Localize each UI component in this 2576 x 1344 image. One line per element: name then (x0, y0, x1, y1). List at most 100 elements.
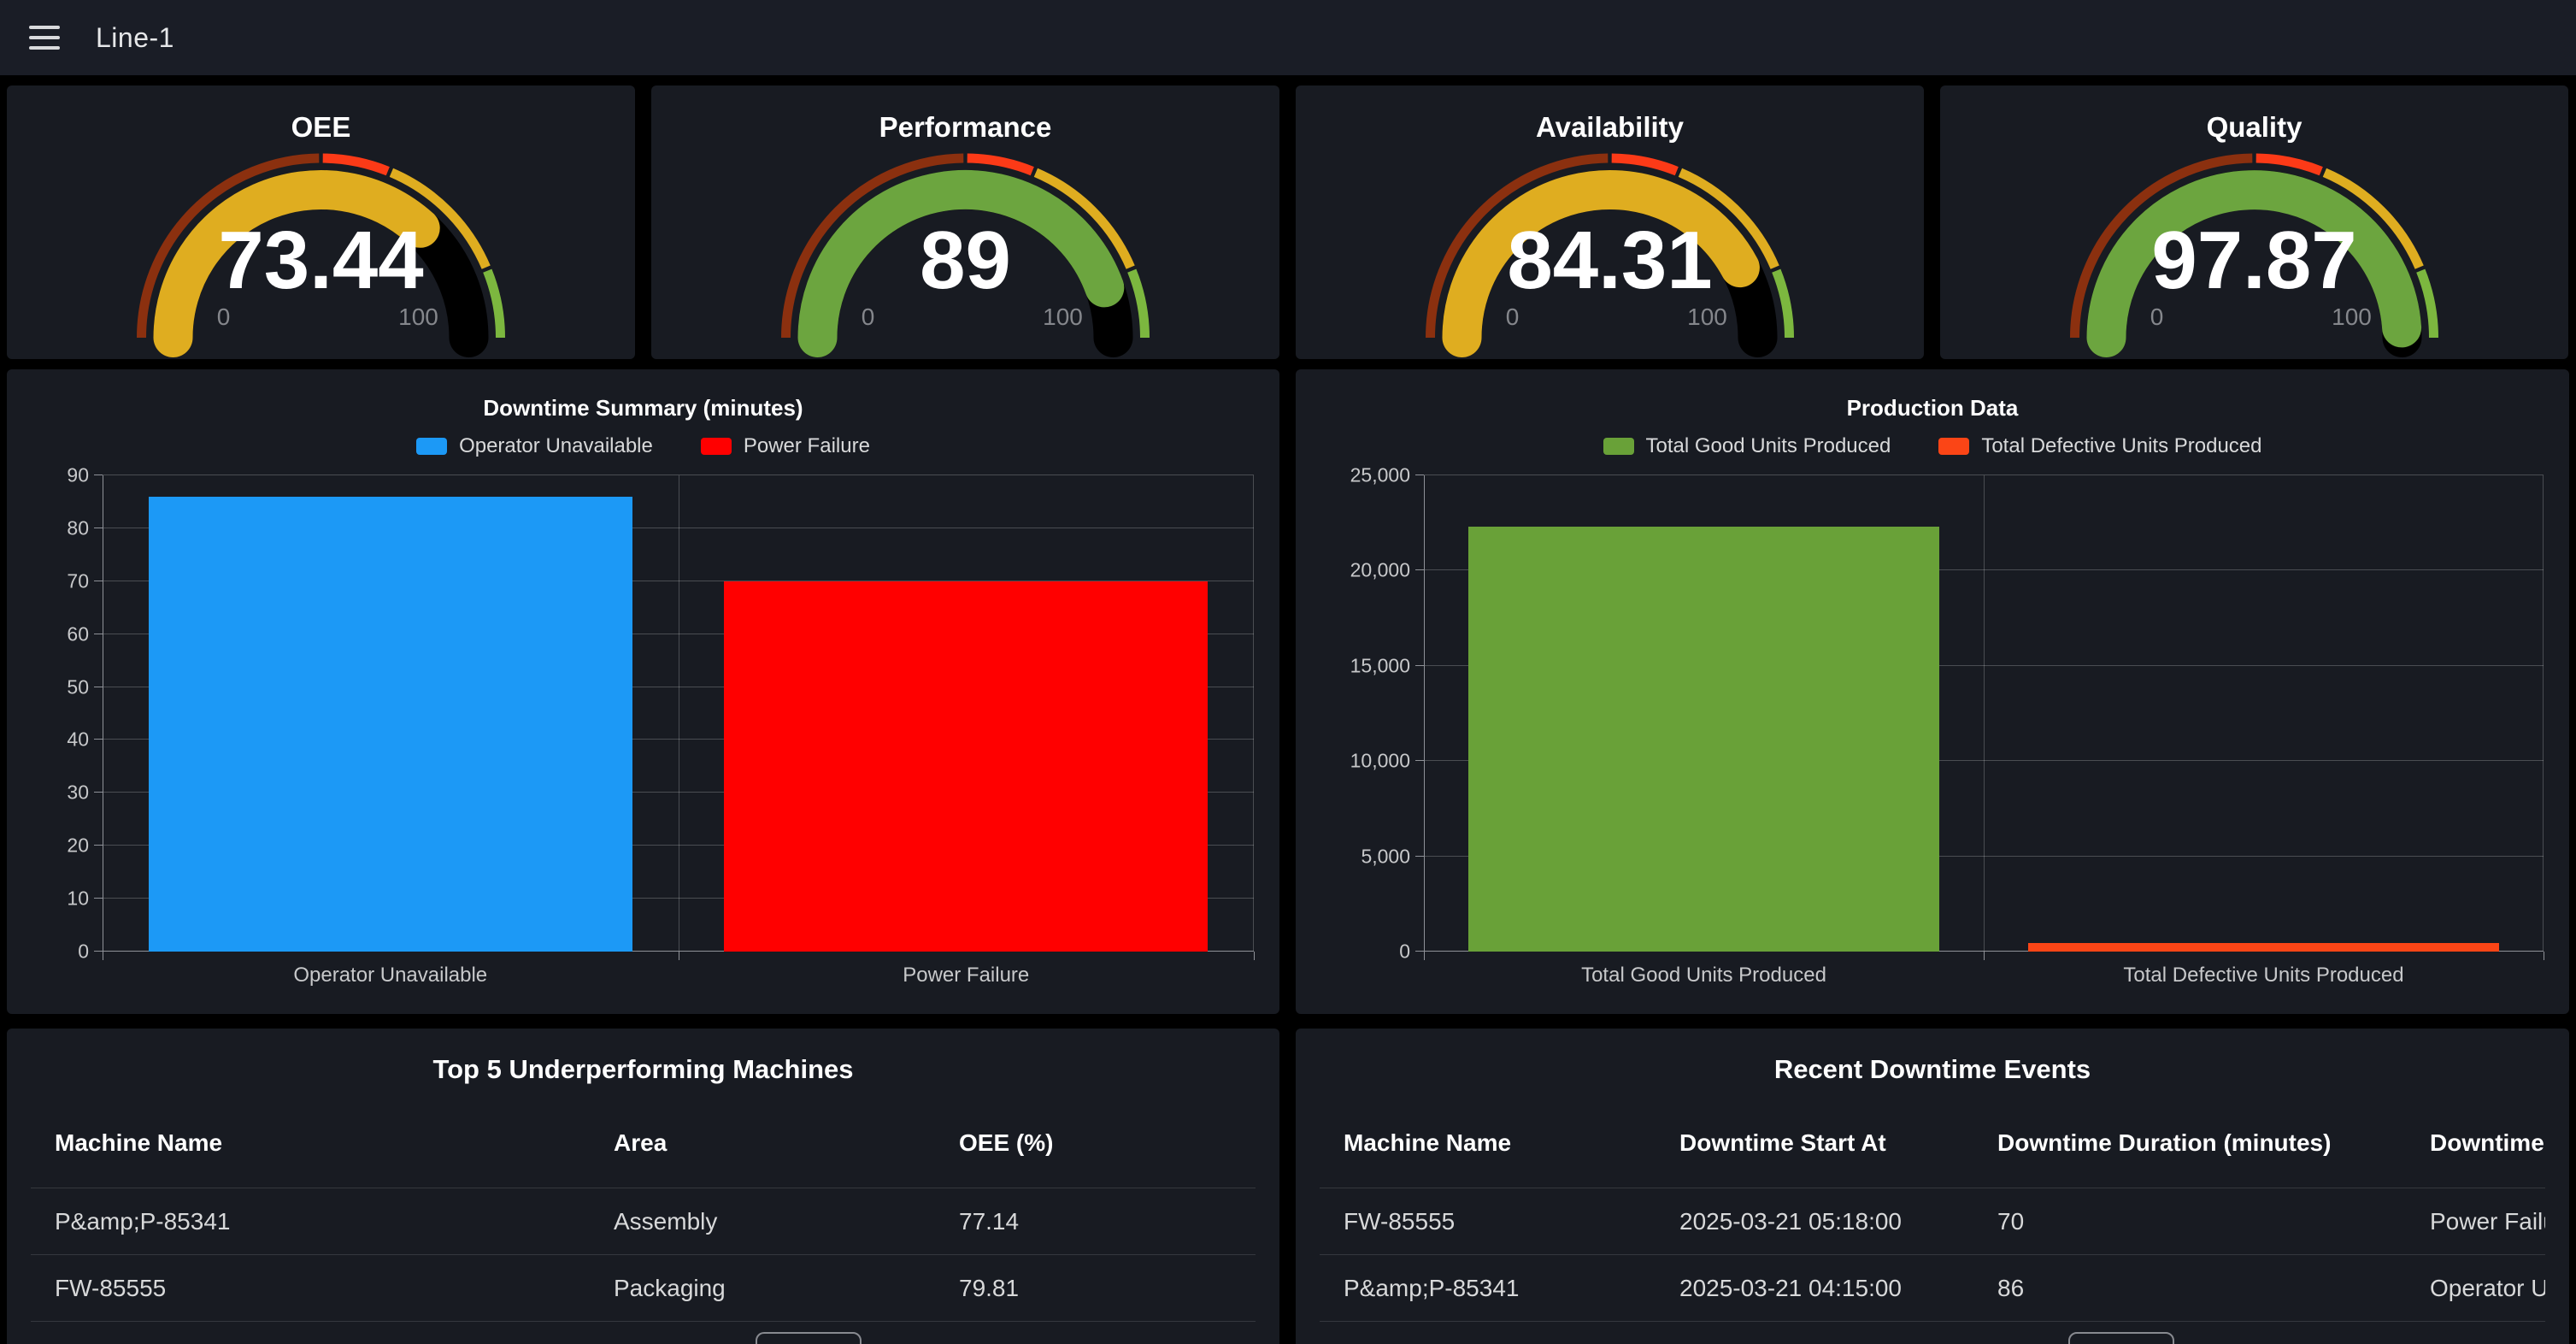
y-axis-line (1424, 475, 1425, 952)
table-cell: Operator Unavailable (2406, 1275, 2545, 1302)
column-header[interactable]: Machine Name (1320, 1129, 1656, 1157)
chart-title: Downtime Summary (minutes) (7, 395, 1279, 421)
gauge-threshold-arc (1612, 158, 1677, 171)
legend-label: Operator Unavailable (459, 434, 653, 458)
chart-panel-production-data: Production Data Total Good Units Produce… (1296, 369, 2569, 1014)
y-tick-label: 70 (67, 569, 89, 592)
column-header-label: Downtime Start At (1679, 1129, 1886, 1157)
x-category-label: Total Good Units Produced (1581, 964, 1826, 987)
column-header[interactable]: Downtime Start At (1656, 1129, 1973, 1157)
x-category-label: Total Defective Units Produced (2123, 964, 2403, 987)
table-cell: Power Failure (2406, 1208, 2545, 1235)
y-tick-label: 25,000 (1350, 464, 1410, 487)
chart-bar[interactable] (149, 497, 632, 952)
gauge-panel-oee: OEE 73.44 0 100 (7, 85, 635, 359)
table-row: P&amp;P-853412025-03-21 04:15:0086Operat… (1320, 1255, 2545, 1322)
table-row: P&amp;P-85341Assembly77.14 (31, 1188, 1256, 1255)
chart-bar[interactable] (1468, 527, 1938, 952)
y-tick-label: 5,000 (1361, 845, 1410, 868)
legend-label: Power Failure (744, 434, 870, 458)
table-cell: 2025-03-21 04:15:00 (1656, 1275, 1973, 1302)
table-cell: 86 (1973, 1275, 2406, 1302)
table-cell: 77.14 (935, 1208, 1256, 1235)
menu-icon-bar (29, 36, 60, 39)
gauge-threshold-arc (967, 158, 1032, 171)
gauge-max-label: 100 (2332, 304, 2372, 331)
table-title: Recent Downtime Events (1296, 1054, 2569, 1085)
plot-right-border (2543, 475, 2544, 952)
column-header-label: Downtime Duration (minutes) (1997, 1129, 2331, 1157)
legend-swatch (1603, 438, 1634, 455)
gauge-min-label: 0 (2150, 304, 2164, 331)
table-header-row: Machine NameArea OEE (%) (31, 1111, 1256, 1188)
y-tick-label: 0 (1399, 940, 1410, 964)
y-tick-label: 50 (67, 675, 89, 699)
table-cell: Assembly (590, 1208, 935, 1235)
y-tick-label: 20,000 (1350, 559, 1410, 582)
x-axis-tick (1984, 952, 1985, 960)
chart-bar[interactable] (724, 581, 1208, 952)
table: Machine NameArea OEE (%) P&amp;P-85341Asse… (31, 1111, 1256, 1322)
axis-tick (94, 845, 103, 846)
table-cell: Packaging (590, 1275, 935, 1302)
table-header-row: Machine Name Downtime Start At Downtime Du… (1320, 1111, 2545, 1188)
menu-icon-bar (29, 26, 60, 29)
axis-tick (1415, 951, 1424, 952)
y-tick-label: 20 (67, 834, 89, 858)
legend-item[interactable]: Total Defective Units Produced (1938, 434, 2261, 458)
chart-bar[interactable] (2028, 943, 2498, 952)
pagination-button[interactable] (756, 1332, 862, 1344)
chart-plot: 05,00010,00015,00020,00025,000Total Good… (1424, 475, 2544, 952)
column-header-label: Downtime Reason (2430, 1129, 2545, 1157)
table-cell: P&amp;P-85341 (31, 1208, 590, 1235)
table-title: Top 5 Underperforming Machines (7, 1054, 1279, 1085)
table-panel-recent-downtime-events: Recent Downtime Events Machine Name Downt… (1296, 1029, 2569, 1344)
y-tick-label: 80 (67, 516, 89, 539)
y-tick-label: 90 (67, 464, 89, 487)
legend-label: Total Good Units Produced (1646, 434, 1891, 458)
column-header[interactable]: Downtime Reason↑ (2406, 1129, 2545, 1157)
axis-tick (1415, 760, 1424, 761)
gauge-panel-quality: Quality 97.87 0 100 (1940, 85, 2568, 359)
category-divider (1984, 475, 1985, 952)
gauge-min-label: 0 (1506, 304, 1520, 331)
y-tick-label: 15,000 (1350, 654, 1410, 677)
column-header[interactable]: Machine Name (31, 1129, 590, 1157)
legend-item[interactable]: Operator Unavailable (416, 434, 653, 458)
dashboard: Line-1 OEE 73.44 0 100 Performance 89 0 … (0, 0, 2576, 1344)
table-cell: 2025-03-21 05:18:00 (1656, 1208, 1973, 1235)
column-header[interactable]: Downtime Duration (minutes) (1973, 1129, 2406, 1157)
column-header-label: Machine Name (1344, 1129, 1511, 1157)
legend-swatch (1938, 438, 1969, 455)
gauge-threshold-arc (323, 158, 388, 171)
y-tick-label: 60 (67, 622, 89, 645)
table-cell: P&amp;P-85341 (1320, 1275, 1656, 1302)
table-row: FW-855552025-03-21 05:18:0070Power Failu… (1320, 1188, 2545, 1255)
legend-item[interactable]: Power Failure (701, 434, 870, 458)
x-category-label: Power Failure (903, 964, 1029, 987)
y-tick-label: 10,000 (1350, 750, 1410, 773)
axis-tick (1415, 856, 1424, 857)
chart-legend: Operator Unavailable Power Failure (7, 434, 1279, 458)
pagination-button[interactable] (2068, 1332, 2174, 1344)
axis-tick (94, 739, 103, 740)
gauge-threshold-arc (2256, 158, 2321, 171)
x-category-label: Operator Unavailable (293, 964, 487, 987)
gauge-max-label: 100 (398, 304, 438, 331)
axis-tick (1415, 569, 1424, 570)
axis-tick (94, 898, 103, 899)
dashboard-title: Line-1 (96, 22, 174, 54)
axis-tick (94, 951, 103, 952)
legend-item[interactable]: Total Good Units Produced (1603, 434, 1891, 458)
column-header[interactable]: Area (590, 1129, 935, 1157)
column-header-label: OEE (%) (959, 1129, 1053, 1157)
gauge-value: 73.44 (7, 214, 635, 308)
column-header[interactable]: OEE (%) (935, 1129, 1256, 1157)
legend-swatch (701, 438, 732, 455)
table-cell: FW-85555 (31, 1275, 590, 1302)
gauge-min-label: 0 (862, 304, 875, 331)
menu-icon-bar (29, 46, 60, 50)
gauge-max-label: 100 (1043, 304, 1083, 331)
chart-title: Production Data (1296, 395, 2569, 421)
menu-icon[interactable] (29, 26, 60, 50)
